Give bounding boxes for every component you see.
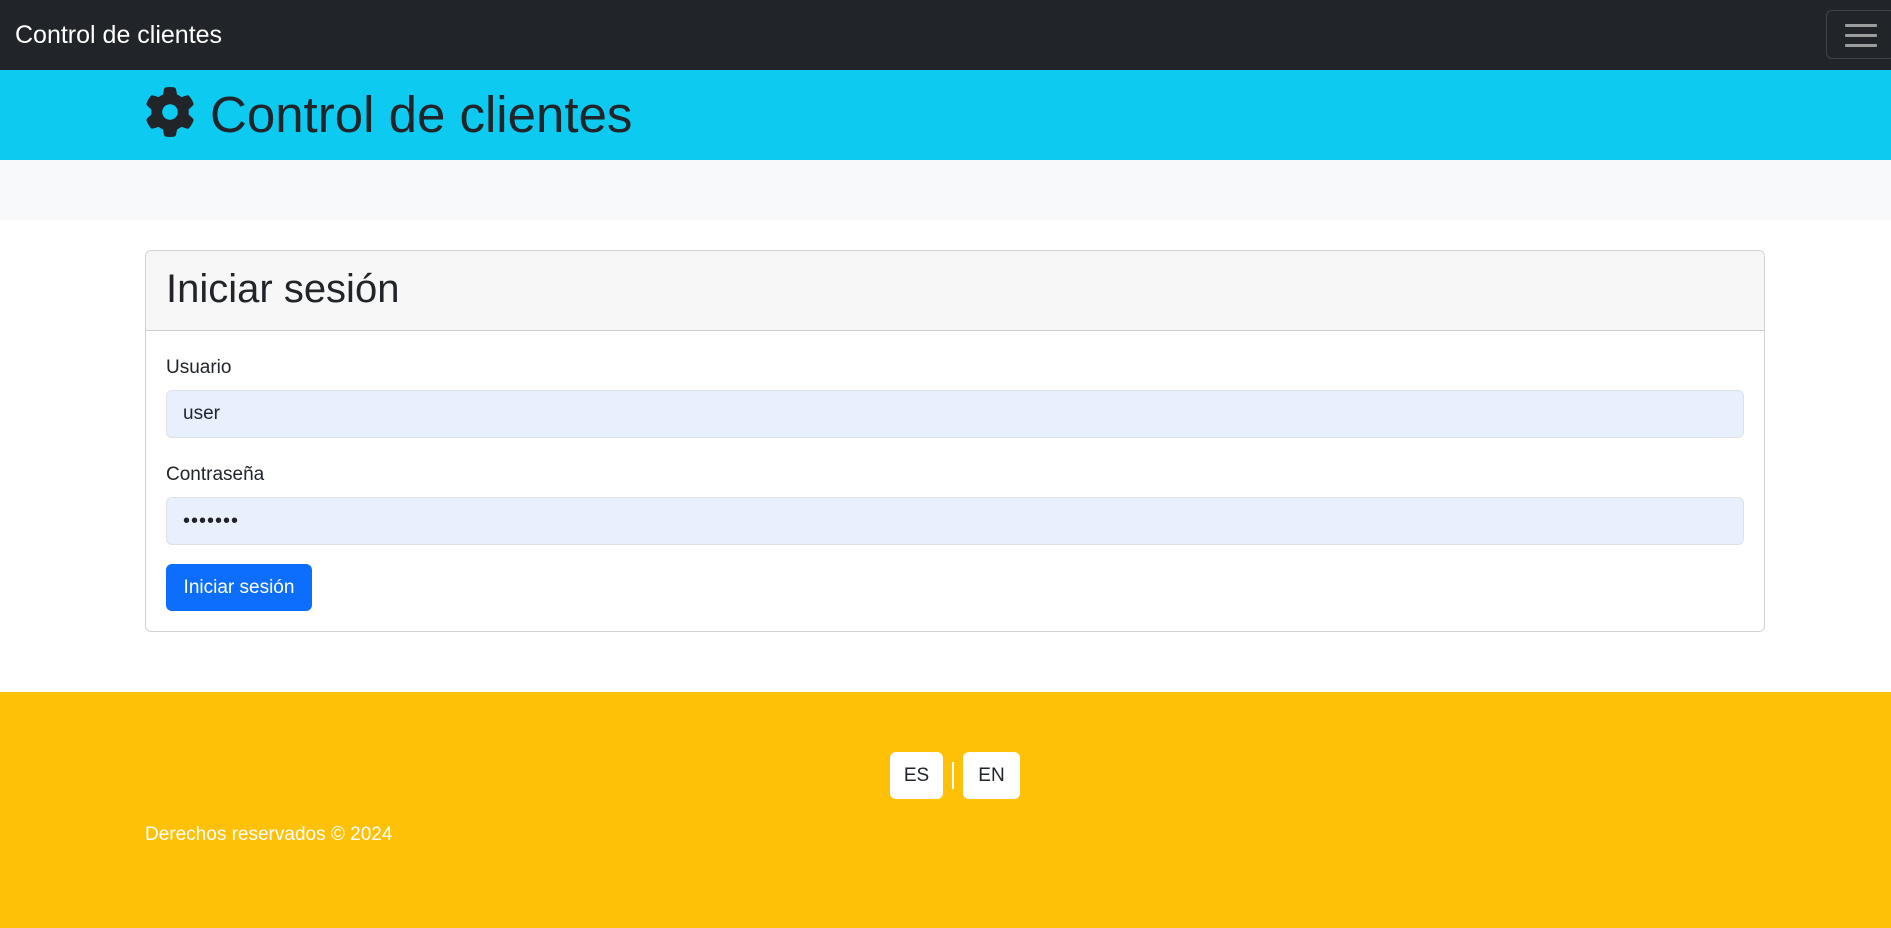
username-input[interactable]: user xyxy=(166,390,1744,438)
gear-icon xyxy=(146,87,194,137)
login-title: Iniciar sesión xyxy=(166,267,400,311)
login-submit-button[interactable]: Iniciar sesión xyxy=(166,564,312,611)
password-input[interactable]: ••••••• xyxy=(166,497,1744,545)
login-card: Iniciar sesión Usuario user Contraseña •… xyxy=(145,250,1765,632)
login-card-header: Iniciar sesión xyxy=(146,251,1764,331)
navbar-toggler-button[interactable] xyxy=(1826,10,1891,59)
language-en-button[interactable]: EN xyxy=(963,752,1020,799)
page-footer: ES EN Derechos reservados © 2024 xyxy=(0,692,1891,928)
password-label: Contraseña xyxy=(166,464,265,485)
subheader-bar xyxy=(0,160,1891,220)
page-header: Control de clientes xyxy=(0,70,1891,160)
language-es-button[interactable]: ES xyxy=(890,752,943,799)
language-separator xyxy=(952,762,954,789)
hamburger-menu-icon-bar xyxy=(1845,34,1877,37)
page-title: Control de clientes xyxy=(210,86,633,143)
navbar-brand[interactable]: Control de clientes xyxy=(15,18,222,52)
hamburger-menu-icon-bar xyxy=(1845,44,1877,47)
top-navbar: Control de clientes xyxy=(0,0,1891,70)
copyright-text: Derechos reservados © 2024 xyxy=(145,824,393,845)
hamburger-menu-icon xyxy=(1845,24,1877,27)
username-label: Usuario xyxy=(166,357,232,378)
